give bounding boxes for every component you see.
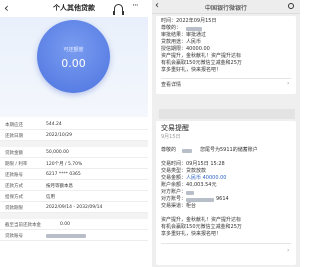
row-value: 按月等额本息: [46, 184, 73, 189]
wechat-chat-screen: ‹ 中国银行微银行 时间：2022年09月15日 尊敬的： 审批结果：审批通过 …: [152, 0, 300, 267]
list-item: 期限 / 利率 120个月 / 5.70%: [0, 158, 148, 169]
balance-hero: 可还额度 0.00: [0, 17, 148, 117]
row-value: 544.24: [46, 122, 62, 127]
row-label: 还款方式: [5, 184, 23, 189]
redacted-name: [186, 191, 194, 195]
available-amount-circle: 可还额度 0.00: [37, 20, 110, 93]
row-label: 担保方式: [5, 195, 23, 200]
greeting: 尊敬的: [161, 147, 177, 153]
promo-line: 享多重好礼，快来报名吧！: [161, 231, 222, 237]
redacted-name: [182, 149, 192, 153]
redacted-value: [46, 234, 86, 238]
chat-title: 中国银行微银行: [204, 5, 247, 12]
circle-label: 可还额度: [63, 47, 84, 53]
row-value: 2022/10/29: [46, 133, 72, 138]
card-divider: [161, 243, 291, 244]
list-item: 贷款账号: [0, 230, 148, 241]
circle-value: 0.00: [61, 57, 86, 70]
row-value: 0.00: [60, 222, 71, 227]
list-item: 截至当前还款本金 0.00: [0, 219, 148, 230]
list-item: 还款方式 按月等额本息: [0, 180, 148, 191]
chevron-right-icon[interactable]: ›: [287, 247, 289, 254]
approval-message-card[interactable]: 时间：2022年09月15日 尊敬的： 审批结果：审批通过 贷款用途：人民币 授…: [156, 16, 296, 94]
list-item: 本期应还 544.24: [0, 119, 148, 130]
card-divider: [161, 78, 291, 79]
list-item: 担保方式 信用: [0, 191, 148, 202]
account-notice: 您尾号为5911的储蓄账户: [200, 147, 258, 153]
redacted-name: [186, 27, 202, 31]
headset-icon[interactable]: [113, 4, 124, 15]
list-item: 贷款期限 2022/09/14 - 2032/09/14: [0, 202, 148, 213]
row-label: 贷款金额: [5, 151, 23, 156]
chevron-right-icon: ›: [287, 80, 290, 87]
more-icon[interactable]: ···: [132, 1, 139, 11]
loan-detail-screen: ‹ 个人其他贷款 ··· 可还额度 0.00 本期应还 544.24 还款日期 …: [0, 0, 148, 267]
row-label: 贷款期限: [5, 206, 23, 211]
profile-icon[interactable]: [288, 3, 294, 9]
redacted-strip: [159, 109, 295, 119]
list-item: 还款日期 2022/10/29: [0, 130, 148, 141]
row-value: 2022/09/14 - 2032/09/14: [46, 205, 103, 210]
loan-info-list: 本期应还 544.24 还款日期 2022/10/29 贷款金额 50,000.…: [0, 119, 148, 241]
row-label: 截至当前还款本金: [5, 223, 41, 228]
list-item: 贷款金额 50,000.00: [0, 147, 148, 158]
view-details-link[interactable]: 查看详情: [161, 82, 181, 89]
trade-channel: 交易渠道：柜台: [161, 203, 197, 209]
redacted-number: [186, 198, 214, 202]
row-label: 贷款账号: [5, 234, 23, 239]
page-title: 个人其他贷款: [53, 4, 95, 12]
row-value: 120个月 / 5.70%: [46, 162, 83, 167]
card-title: 交易提醒: [161, 124, 189, 132]
row-label: 还款账号: [5, 173, 23, 178]
card-date: 9月15日: [161, 134, 181, 140]
row-value: 50,000.00: [46, 150, 69, 155]
right-nav-bar: ‹ 中国银行微银行: [152, 0, 300, 14]
row-label: 本期应还: [5, 123, 23, 128]
row-label: 期限 / 利率: [5, 162, 28, 167]
list-item: 还款账号 6217 **** 0365: [0, 169, 148, 180]
account-tail: 9614: [216, 196, 229, 202]
row-value: 6217 **** 0365: [46, 172, 81, 177]
transaction-message-card[interactable]: 交易提醒 9月15日 尊敬的 您尾号为5911的储蓄账户 交易时间：09月15日…: [156, 121, 296, 265]
left-nav-bar: ‹ 个人其他贷款 ···: [0, 0, 148, 17]
row-label: 还款日期: [5, 134, 23, 139]
promo-line: 享多重好礼，快来报名吧！: [161, 67, 222, 73]
row-value: 信用: [46, 195, 55, 200]
